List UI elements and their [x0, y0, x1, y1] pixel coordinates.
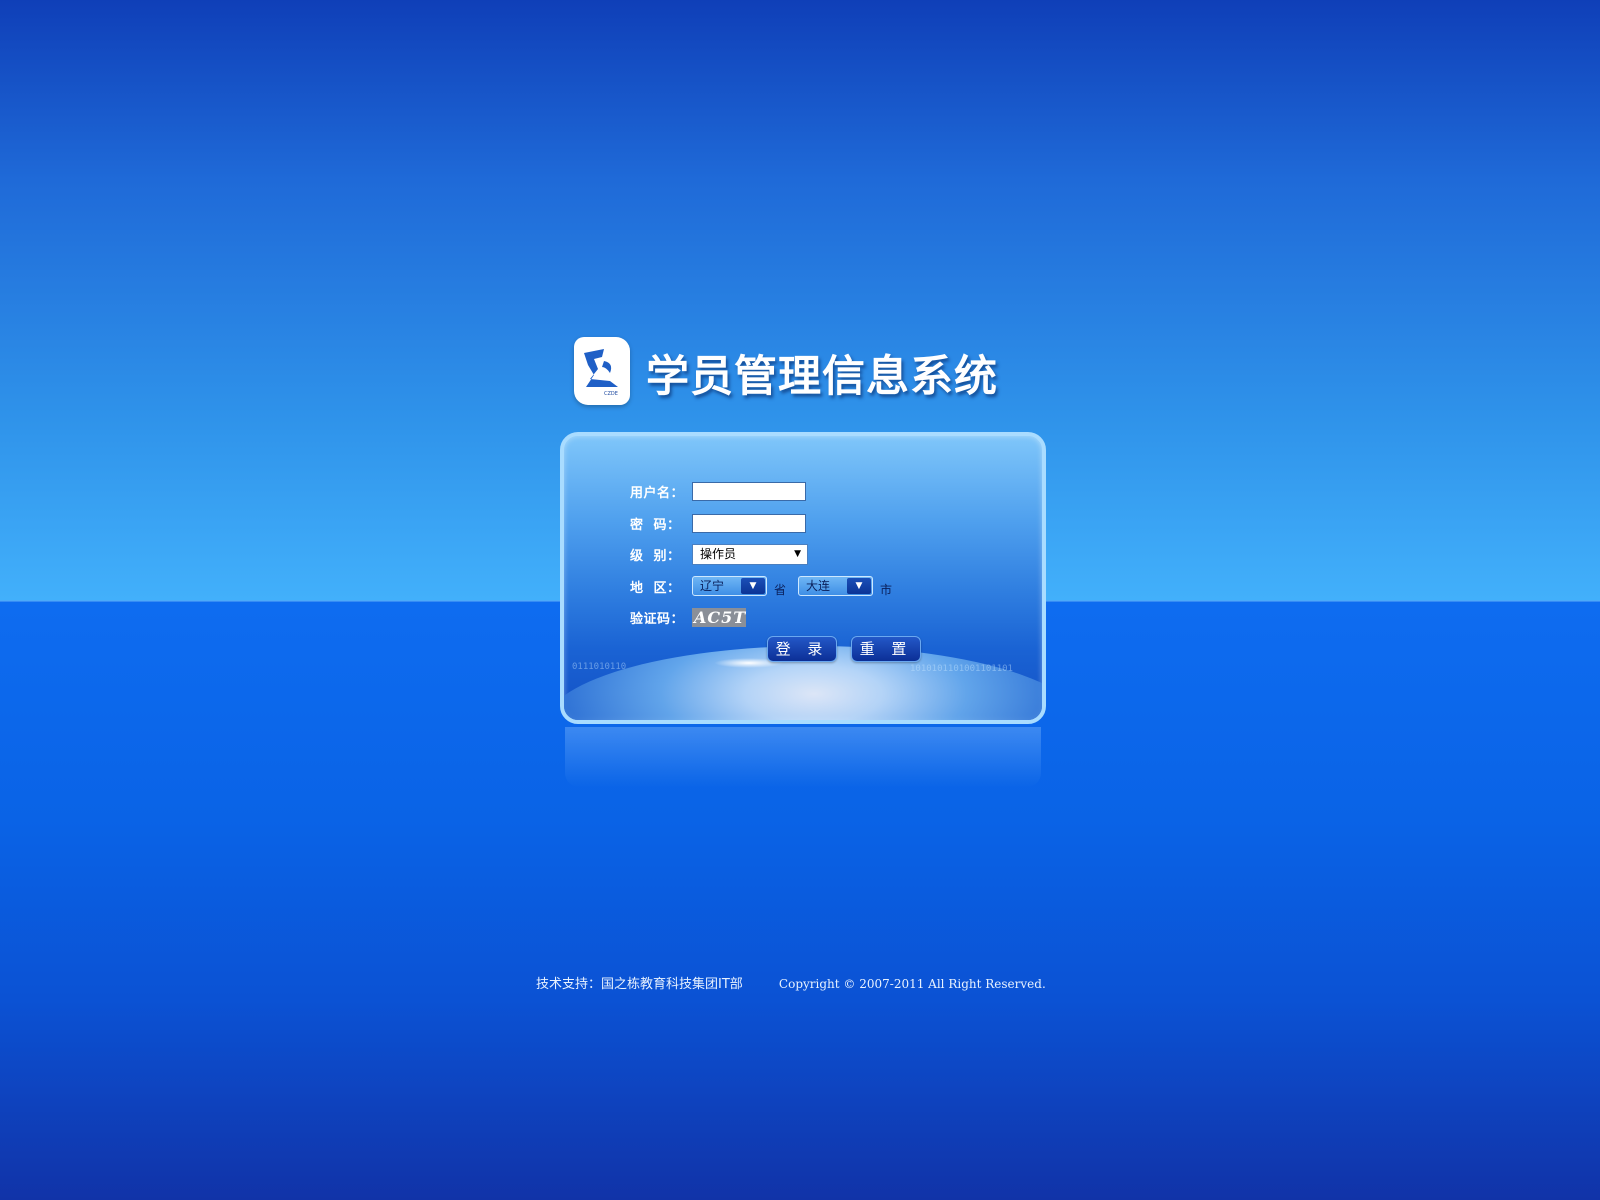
dropdown-arrow-icon: ▼ — [794, 548, 801, 559]
form-actions: 登 录 重 置 — [767, 636, 921, 662]
login-panel: 0111010110 1010101101001101101 用户名： 密 码：… — [560, 432, 1046, 724]
logo-text: CZDE — [604, 391, 618, 397]
level-row: 级 别： 操作员 ▼ — [630, 543, 808, 565]
binary-decoration-left: 0111010110 — [572, 662, 627, 672]
city-selected-value: 大连 — [806, 579, 831, 593]
captcha-image[interactable]: AC5T — [692, 607, 746, 627]
copyright-text: Copyright © 2007-2011 All Right Reserved… — [778, 977, 1046, 991]
province-selected-value: 辽宁 — [700, 579, 725, 593]
province-unit: 省 — [774, 582, 787, 597]
binary-decoration-right: 1010101101001101101 — [910, 664, 1013, 674]
level-select[interactable]: 操作员 ▼ — [692, 543, 808, 565]
app-logo: CZDE — [574, 337, 630, 405]
region-label: 地 区： — [630, 580, 681, 596]
password-label: 密 码： — [630, 517, 681, 533]
level-label: 级 别： — [630, 548, 681, 564]
footer: 技术支持：国之栋教育科技集团IT部 Copyright © 2007-2011 … — [536, 973, 1046, 992]
level-selected-value: 操作员 — [700, 546, 737, 561]
captcha-row: 验证码： AC5T — [630, 606, 746, 628]
city-select[interactable]: 大连 ▼ — [798, 576, 874, 596]
username-label: 用户名： — [630, 485, 685, 501]
panel-reflection — [565, 727, 1041, 787]
password-row: 密 码： — [630, 512, 806, 534]
city-unit: 市 — [880, 582, 893, 597]
logo-mark-icon — [584, 349, 618, 387]
username-input[interactable] — [692, 481, 806, 501]
password-input[interactable] — [692, 513, 806, 533]
reset-button[interactable]: 重 置 — [851, 636, 921, 662]
support-text: 技术支持：国之栋教育科技集团IT部 — [536, 977, 743, 992]
region-row: 地 区： 辽宁 ▼ 省 大连 ▼ 市 — [630, 575, 904, 597]
province-select[interactable]: 辽宁 ▼ — [692, 576, 767, 596]
captcha-label: 验证码： — [630, 611, 685, 627]
app-title: 学员管理信息系统 — [646, 352, 998, 402]
dropdown-arrow-icon: ▼ — [847, 578, 872, 594]
dropdown-arrow-icon: ▼ — [741, 578, 765, 594]
username-row: 用户名： — [630, 480, 806, 502]
login-button[interactable]: 登 录 — [767, 636, 837, 662]
